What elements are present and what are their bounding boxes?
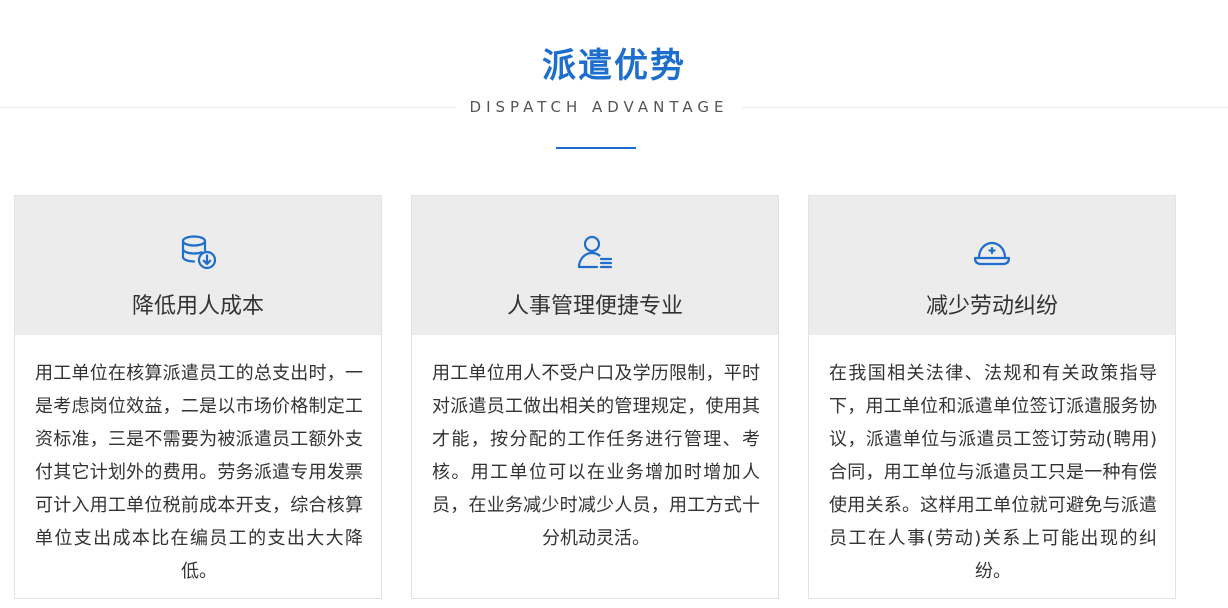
section-header: 派遣优势 DISPATCH ADVANTAGE: [0, 0, 1228, 160]
helmet-icon: [972, 232, 1012, 272]
database-download-icon: [178, 232, 218, 272]
card-description: 在我国相关法律、法规和有关政策指导下，用工单位和派遣单位签订派遣服务协议，派遣单…: [829, 363, 1157, 582]
section-title: 派遣优势: [542, 46, 686, 86]
section-subtitle: DISPATCH ADVANTAGE: [456, 98, 742, 116]
card-title: 人事管理便捷专业: [506, 294, 683, 319]
advantage-card-cost: 降低用人成本 用工单位在核算派遣员工的总支出时，一是考虑岗位效益，二是以市场价格…: [14, 195, 382, 599]
advantage-card-disputes: 减少劳动纠纷 在我国相关法律、法规和有关政策指导下，用工单位和派遣单位签订派遣服…: [808, 195, 1176, 599]
card-description: 用工单位在核算派遣员工的总支出时，一是考虑岗位效益，二是以市场价格制定工资标准，…: [35, 363, 363, 582]
card-header: 减少劳动纠纷: [809, 196, 1175, 335]
card-header: 人事管理便捷专业: [412, 196, 778, 335]
card-description: 用工单位用人不受户口及学历限制，平时对派遣员工做出相关的管理规定，使用其才能，按…: [432, 363, 760, 549]
advantage-card-management: 人事管理便捷专业 用工单位用人不受户口及学历限制，平时对派遣员工做出相关的管理规…: [411, 195, 779, 599]
title-accent-bar: [556, 147, 636, 149]
user-list-icon: [575, 232, 615, 272]
card-title: 减少劳动纠纷: [925, 294, 1058, 319]
card-title: 降低用人成本: [131, 294, 264, 319]
card-header: 降低用人成本: [15, 196, 381, 335]
